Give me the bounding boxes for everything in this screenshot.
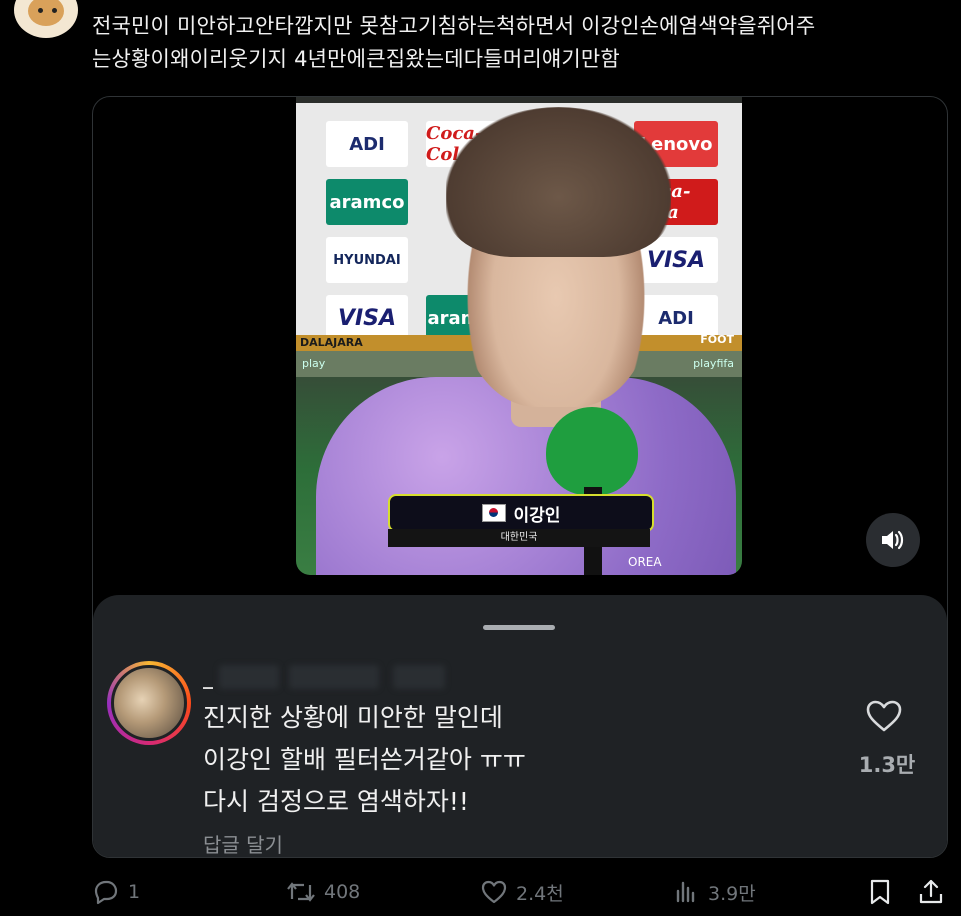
player-hair (446, 107, 671, 257)
comment-line: 이강인 할배 필터쓴거같아 ㅠㅠ (203, 745, 526, 774)
reply-action[interactable]: 1 (92, 868, 140, 916)
speaker-icon (882, 530, 904, 550)
like-count: 2.4천 (516, 882, 564, 905)
comment-line: 진지한 상황에 미안한 말인데 (203, 703, 503, 732)
bear-face-icon (28, 0, 64, 26)
sponsor-logo: aramco (326, 179, 408, 225)
tweet-text: 전국민이 미안하고안타깝지만 못참고기침하는척하면서 이강인손에염색약을쥐어주 … (92, 10, 952, 76)
tweet-action-bar: 1 408 2.4천 3.9만 (0, 868, 961, 916)
share-icon (919, 879, 943, 904)
comment-like-button[interactable] (865, 699, 905, 735)
tweet-line: 전국민이 미안하고안타깝지만 못참고기침하는척하면서 이강인손에염색약을쥐어주 (92, 14, 816, 38)
views-action[interactable]: 3.9만 (674, 868, 756, 916)
comment-line: 다시 검정으로 염색하자!! (203, 787, 469, 816)
comment-sheet[interactable]: _ 진지한 상황에 미안한 말인데 이강인 할배 필터쓴거같아 ㅠㅠ 다시 검정… (93, 595, 947, 857)
player-name: 이강인 (513, 505, 561, 526)
bookmark-button[interactable] (868, 868, 900, 916)
commenter-photo (111, 665, 187, 741)
comment-like-count: 1.3만 (858, 753, 916, 777)
retweet-count: 408 (324, 881, 361, 903)
player-country: 대한민국 (388, 529, 650, 547)
share-button[interactable] (918, 868, 952, 916)
heart-icon (481, 880, 507, 904)
retweet-action[interactable]: 408 (286, 868, 360, 916)
avatar-eye (38, 8, 43, 13)
pitch-text: play (302, 357, 326, 370)
reply-button[interactable]: 답글 달기 (203, 829, 283, 857)
retweet-icon (287, 882, 315, 902)
player-name-tag: 이강인 (388, 494, 654, 532)
sheet-grabber[interactable] (483, 625, 555, 630)
sound-toggle-button[interactable] (866, 513, 920, 567)
like-action[interactable]: 2.4천 (480, 868, 564, 916)
bookmark-icon (870, 879, 890, 905)
footer-banner-text: FOOT (700, 333, 734, 346)
sponsor-logo: ADI (326, 121, 408, 167)
heart-icon (866, 700, 902, 732)
blurred-handle (219, 665, 279, 689)
korea-flag-icon (481, 504, 506, 522)
analytics-icon (676, 881, 695, 903)
view-count: 3.9만 (708, 882, 756, 905)
kit-text: OREA (628, 555, 662, 569)
blurred-handle (289, 665, 379, 689)
sponsor-logo: HYUNDAI (326, 237, 408, 283)
reply-count: 1 (128, 881, 141, 903)
commenter-username[interactable]: _ (203, 665, 213, 689)
comment-text: 진지한 상황에 미안한 말인데 이강인 할배 필터쓴거같아 ㅠㅠ 다시 검정으로… (203, 697, 526, 823)
commenter-avatar[interactable] (107, 661, 191, 745)
reply-icon (94, 880, 118, 905)
tweet-line: 는상황이왜이리웃기지 4년만에큰집왔는데다들머리얘기만함 (92, 47, 620, 71)
blurred-handle (393, 665, 445, 689)
avatar-eye (52, 8, 57, 13)
author-avatar[interactable] (14, 0, 78, 38)
video-player[interactable]: ADI Coca-Cola Lenovo aramco HYUNDAI Coca… (296, 97, 742, 575)
pitch-text-right: playfifa (693, 357, 734, 370)
media-card[interactable]: ADI Coca-Cola Lenovo aramco HYUNDAI Coca… (92, 96, 948, 858)
